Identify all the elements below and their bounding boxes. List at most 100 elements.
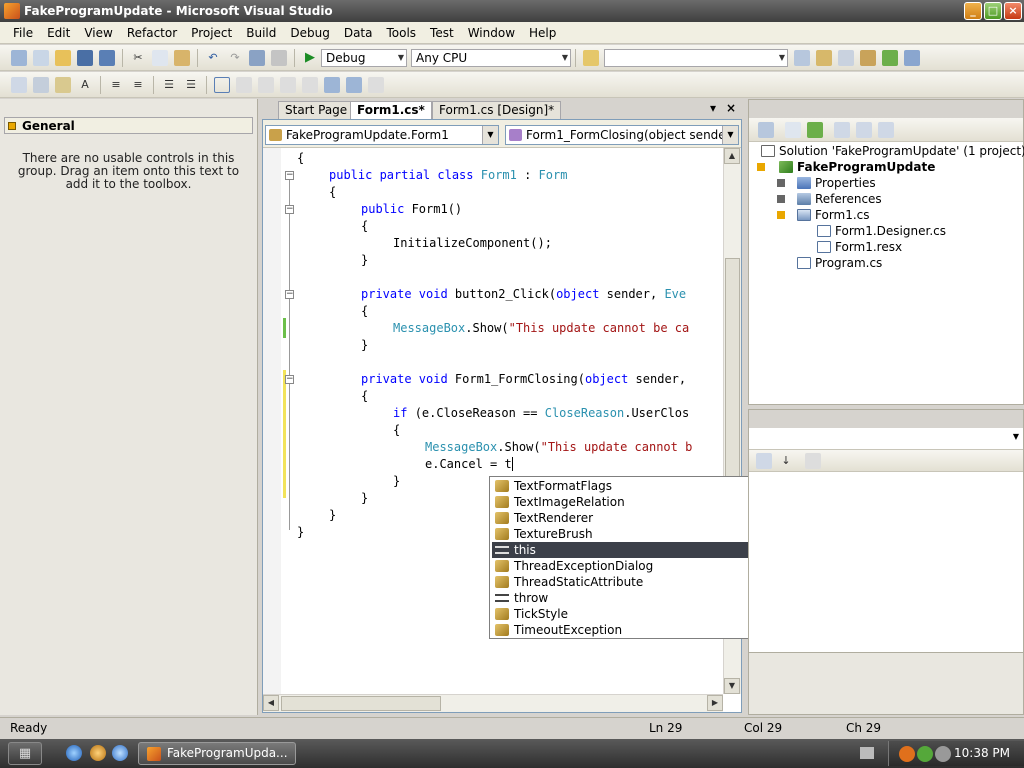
properties-icon[interactable] bbox=[758, 121, 774, 138]
menu-tools[interactable]: Tools bbox=[379, 22, 423, 44]
tab-form1-design[interactable]: Form1.cs [Design]* bbox=[432, 101, 562, 119]
cut-icon[interactable]: ✂ bbox=[130, 50, 146, 66]
document-outline-icon[interactable] bbox=[904, 49, 920, 66]
navigate-backward-icon[interactable] bbox=[249, 49, 265, 66]
scroll-up-icon[interactable]: ▲ bbox=[724, 148, 740, 164]
undo-icon[interactable]: ↶ bbox=[205, 50, 221, 66]
tree-item-form1-resx[interactable]: Form1.resx bbox=[817, 239, 902, 255]
menu-view[interactable]: View bbox=[77, 22, 119, 44]
complete-word-icon[interactable]: A bbox=[77, 77, 93, 93]
internet-explorer-icon[interactable] bbox=[66, 745, 82, 761]
view-designer-icon[interactable] bbox=[856, 121, 872, 138]
previous-bookmark-folder-icon[interactable] bbox=[280, 76, 296, 93]
close-document-icon[interactable]: × bbox=[726, 101, 736, 115]
object-browser-icon[interactable] bbox=[838, 49, 854, 66]
tree-item-properties[interactable]: Properties bbox=[797, 175, 876, 191]
keyboard-icon[interactable] bbox=[860, 747, 874, 759]
solution-configuration-combo[interactable]: Debug ▼ bbox=[321, 48, 407, 67]
start-button[interactable]: ▦ bbox=[8, 742, 42, 765]
expand-collapse-icon[interactable] bbox=[777, 179, 785, 187]
toggle-bookmark-icon[interactable] bbox=[214, 76, 230, 93]
tab-start-page[interactable]: Start Page bbox=[278, 101, 355, 119]
tree-item-form1-designer[interactable]: Form1.Designer.cs bbox=[817, 223, 946, 239]
save-icon[interactable] bbox=[77, 49, 93, 66]
next-bookmark-folder-icon[interactable] bbox=[302, 76, 318, 93]
tree-project[interactable]: FakeProgramUpdate bbox=[779, 159, 935, 175]
menu-refactor[interactable]: Refactor bbox=[120, 22, 184, 44]
menu-project[interactable]: Project bbox=[184, 22, 239, 44]
tree-item-program[interactable]: Program.cs bbox=[797, 255, 882, 271]
alphabetical-icon[interactable]: ↓ bbox=[778, 453, 794, 469]
find-combo[interactable]: ▼ bbox=[604, 48, 788, 67]
previous-bookmark-icon[interactable] bbox=[236, 76, 252, 93]
toolbox-icon[interactable] bbox=[860, 49, 876, 66]
refresh-icon[interactable] bbox=[807, 121, 823, 138]
view-code-icon[interactable] bbox=[834, 121, 850, 138]
menu-help[interactable]: Help bbox=[522, 22, 563, 44]
start-page-icon[interactable] bbox=[882, 49, 898, 66]
properties-window-icon[interactable] bbox=[816, 49, 832, 66]
collapse-icon[interactable]: − bbox=[285, 171, 294, 180]
class-combo[interactable]: FakeProgramUpdate.Form1 ▼ bbox=[265, 125, 499, 145]
collapse-icon[interactable]: − bbox=[285, 375, 294, 384]
redo-icon[interactable]: ↷ bbox=[227, 50, 243, 66]
collapse-icon[interactable]: − bbox=[285, 205, 294, 214]
menu-debug[interactable]: Debug bbox=[283, 22, 336, 44]
copy-icon[interactable] bbox=[152, 49, 168, 66]
decrease-indent-icon[interactable]: ≡ bbox=[108, 77, 124, 93]
next-bookmark-doc-icon[interactable] bbox=[346, 76, 362, 93]
navigate-forward-icon[interactable] bbox=[271, 49, 287, 66]
desktop-icon[interactable] bbox=[90, 745, 106, 761]
toolbox-group-general[interactable]: General bbox=[4, 117, 253, 134]
menu-edit[interactable]: Edit bbox=[40, 22, 77, 44]
tray-icon[interactable] bbox=[899, 746, 915, 762]
maximize-button[interactable]: □ bbox=[984, 2, 1002, 20]
expand-collapse-icon[interactable] bbox=[757, 163, 765, 171]
find-in-files-icon[interactable] bbox=[583, 49, 599, 66]
parameter-info-icon[interactable] bbox=[33, 76, 49, 93]
menu-test[interactable]: Test bbox=[423, 22, 461, 44]
tree-item-form1[interactable]: Form1.cs bbox=[797, 207, 870, 223]
start-debugging-icon[interactable]: ▶ bbox=[302, 50, 318, 66]
horizontal-scroll-thumb[interactable] bbox=[281, 696, 441, 711]
clear-bookmarks-icon[interactable] bbox=[368, 76, 384, 93]
uncomment-lines-icon[interactable]: ☰ bbox=[183, 77, 199, 93]
volume-icon[interactable] bbox=[935, 746, 951, 762]
scroll-left-icon[interactable]: ◀ bbox=[263, 695, 279, 711]
vertical-scroll-thumb[interactable] bbox=[725, 258, 740, 498]
solution-explorer-icon[interactable] bbox=[794, 49, 810, 66]
increase-indent-icon[interactable]: ≡ bbox=[130, 77, 146, 93]
tab-form1-cs[interactable]: Form1.cs* bbox=[350, 101, 432, 119]
menu-window[interactable]: Window bbox=[461, 22, 522, 44]
object-members-icon[interactable] bbox=[11, 76, 27, 93]
show-all-files-icon[interactable] bbox=[785, 121, 801, 138]
minimize-button[interactable]: _ bbox=[964, 2, 982, 20]
quick-info-icon[interactable] bbox=[55, 76, 71, 93]
previous-bookmark-doc-icon[interactable] bbox=[324, 76, 340, 93]
menu-build[interactable]: Build bbox=[239, 22, 283, 44]
tree-solution[interactable]: Solution 'FakeProgramUpdate' (1 project) bbox=[761, 143, 1024, 159]
expand-collapse-icon[interactable] bbox=[777, 211, 785, 219]
expand-collapse-icon[interactable] bbox=[777, 195, 785, 203]
new-project-icon[interactable] bbox=[11, 49, 27, 66]
scroll-right-icon[interactable]: ▶ bbox=[707, 695, 723, 711]
add-item-icon[interactable] bbox=[33, 49, 49, 66]
horizontal-scrollbar[interactable]: ◀ ▶ bbox=[263, 694, 723, 712]
scroll-down-icon[interactable]: ▼ bbox=[724, 678, 740, 694]
comment-lines-icon[interactable]: ☰ bbox=[161, 77, 177, 93]
member-combo[interactable]: Form1_FormClosing(object sender, FormClo… bbox=[505, 125, 739, 145]
view-class-diagram-icon[interactable] bbox=[878, 121, 894, 138]
next-bookmark-icon[interactable] bbox=[258, 76, 274, 93]
property-pages-icon[interactable] bbox=[805, 452, 821, 469]
open-folder-icon[interactable] bbox=[55, 49, 71, 66]
media-icon[interactable] bbox=[112, 745, 128, 761]
network-icon[interactable] bbox=[917, 746, 933, 762]
save-all-icon[interactable] bbox=[99, 49, 115, 66]
active-files-menu-icon[interactable]: ▾ bbox=[710, 101, 716, 115]
categorized-icon[interactable] bbox=[756, 452, 772, 469]
taskbar-app-button[interactable]: FakeProgramUpda... bbox=[138, 742, 296, 765]
properties-object-combo[interactable]: ▼ bbox=[749, 428, 1023, 450]
tree-item-references[interactable]: References bbox=[797, 191, 882, 207]
menu-file[interactable]: File bbox=[6, 22, 40, 44]
solution-platform-combo[interactable]: Any CPU ▼ bbox=[411, 48, 571, 67]
